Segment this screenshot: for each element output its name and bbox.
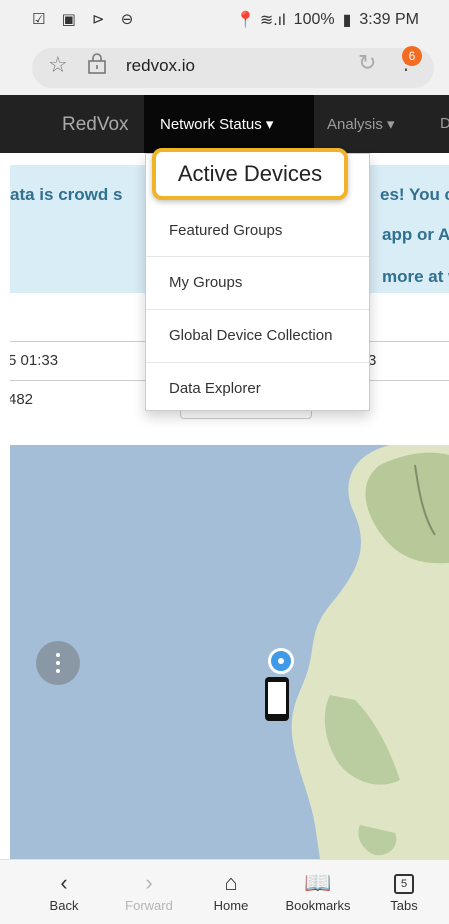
forward-button[interactable]: › Forward <box>104 868 194 913</box>
map-options-button[interactable] <box>36 641 80 685</box>
notification-badge: 6 <box>402 46 422 66</box>
site-navbar: RedVox Network Status ▾ Analysis ▾ D <box>0 95 449 153</box>
map-view[interactable] <box>10 445 449 859</box>
status-right: 📍 ≋.ıl 100% ▮ 3:39 PM <box>235 10 419 30</box>
nav-analysis[interactable]: Analysis ▾ <box>327 115 395 133</box>
battery-level: 100% <box>293 11 335 28</box>
menu-item-featured-groups[interactable]: Featured Groups <box>146 205 369 257</box>
back-button[interactable]: ‹ Back <box>19 868 109 913</box>
chevron-left-icon: ‹ <box>60 870 68 895</box>
book-icon: 📖 <box>304 870 332 895</box>
brand-logo[interactable]: RedVox <box>62 114 129 136</box>
back-label: Back <box>49 898 79 913</box>
alert-text-line1: ata is crowd s <box>10 185 123 204</box>
nav-truncated-item[interactable]: D <box>440 115 449 132</box>
device-marker-icon[interactable] <box>265 677 289 721</box>
device-id-value: 482 <box>10 391 34 408</box>
browser-bottom-bar: ‹ Back › Forward ⌂ Home 📖 Bookmarks 5 Ta… <box>0 859 449 924</box>
bookmarks-button[interactable]: 📖 Bookmarks <box>273 868 363 913</box>
tab-count: 5 <box>394 874 414 895</box>
home-icon: ⌂ <box>224 870 238 895</box>
lock-icon <box>88 53 106 74</box>
signal-icon: 📍 ≋.ıl <box>235 12 286 29</box>
menu-item-global-device-collection[interactable]: Global Device Collection <box>146 310 369 362</box>
bookmarks-label: Bookmarks <box>285 898 351 913</box>
start-time-value: 5 01:33 <box>10 352 59 369</box>
menu-item-my-groups[interactable]: My Groups <box>146 257 369 309</box>
chevron-right-icon: › <box>145 870 153 895</box>
url-text[interactable]: redvox.io <box>126 56 195 76</box>
alert-text-line1-right: es! You c <box>380 185 449 204</box>
status-bar: ☑ ▣ ⊳ ⊖ 📍 ≋.ıl 100% ▮ 3:39 PM <box>0 0 449 40</box>
reload-icon[interactable]: ↻ <box>358 50 376 76</box>
home-button[interactable]: ⌂ Home <box>186 868 276 913</box>
browser-toolbar: ☆ redvox.io ↻ ⋮ 6 <box>0 40 449 95</box>
home-label: Home <box>213 898 249 913</box>
alert-text-line2-right: app or A <box>382 225 449 244</box>
clock: 3:39 PM <box>359 11 419 28</box>
tabs-label: Tabs <box>390 898 418 913</box>
forward-label: Forward <box>125 898 173 913</box>
alert-text-line3-right: more at w <box>382 267 449 286</box>
location-pin-icon[interactable] <box>268 648 294 674</box>
tabs-button[interactable]: 5 Tabs <box>359 868 449 913</box>
notification-icons: ☑ ▣ ⊳ ⊖ <box>32 11 140 28</box>
nav-network-status[interactable]: Network Status ▾ <box>144 95 314 153</box>
tabs-icon: 5 <box>359 868 449 898</box>
menu-item-data-explorer[interactable]: Data Explorer <box>146 363 369 415</box>
bookmark-star-icon[interactable]: ☆ <box>48 52 68 78</box>
battery-icon: ▮ <box>342 12 352 29</box>
menu-item-active-devices[interactable]: Active Devices <box>152 148 348 200</box>
